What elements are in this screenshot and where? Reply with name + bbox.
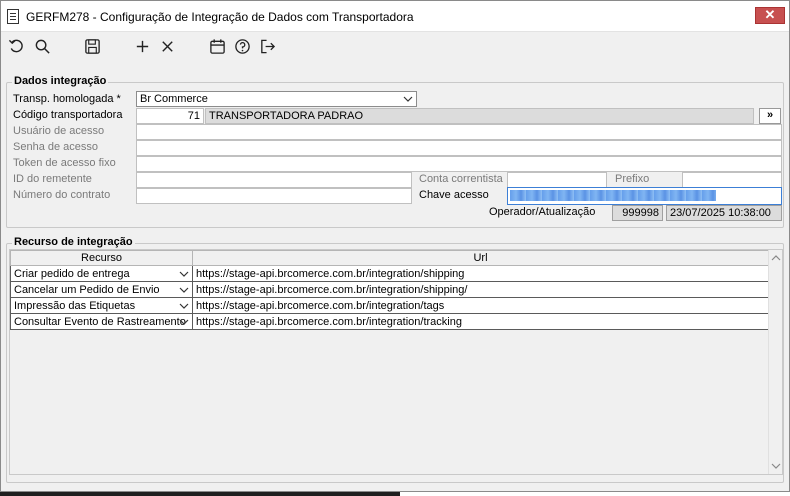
vertical-scrollbar[interactable] xyxy=(768,250,782,474)
column-header-url[interactable]: Url xyxy=(192,250,769,266)
dados-integracao-title: Dados integração xyxy=(12,75,109,87)
operador-field: 999998 xyxy=(612,205,663,221)
numero-contrato-input[interactable] xyxy=(136,188,412,204)
help-icon[interactable] xyxy=(232,37,252,55)
close-button[interactable]: ✕ xyxy=(755,7,785,24)
usuario-acesso-label: Usuário de acesso xyxy=(13,125,105,137)
recurso-cell: Cancelar um Pedido de Envio xyxy=(14,283,160,296)
url-cell[interactable]: https://stage-api.brcomerce.com.br/integ… xyxy=(192,265,769,282)
operador-atualizacao-label: Operador/Atualização xyxy=(489,206,596,218)
table-row[interactable]: Consultar Evento de Rastreamento https:/… xyxy=(10,313,769,330)
url-cell[interactable]: https://stage-api.brcomerce.com.br/integ… xyxy=(192,313,769,330)
recurso-integracao-title: Recurso de integração xyxy=(12,236,135,248)
transp-homologada-select[interactable]: Br Commerce xyxy=(136,91,417,107)
recurso-cell: Criar pedido de entrega xyxy=(14,267,130,280)
title-bar: GERFM278 - Configuração de Integração de… xyxy=(1,1,789,32)
toolbar xyxy=(1,33,789,59)
add-icon[interactable] xyxy=(132,37,152,55)
token-acesso-input[interactable] xyxy=(136,156,782,172)
scroll-down-icon[interactable] xyxy=(771,461,781,471)
chave-acesso-input[interactable] xyxy=(507,187,782,205)
senha-acesso-input[interactable] xyxy=(136,140,782,156)
scroll-up-icon[interactable] xyxy=(771,253,781,263)
chevron-down-icon xyxy=(179,271,189,277)
app-window: GERFM278 - Configuração de Integração de… xyxy=(0,0,790,492)
column-header-recurso[interactable]: Recurso xyxy=(10,250,193,266)
chevron-down-icon xyxy=(179,303,189,309)
redacted-key-value xyxy=(510,190,716,201)
chevron-down-icon xyxy=(179,287,189,293)
recurso-select[interactable]: Impressão das Etiquetas xyxy=(10,297,193,314)
recurso-cell: Impressão das Etiquetas xyxy=(14,299,136,312)
conta-correntista-input[interactable] xyxy=(507,172,607,188)
taskbar-strip xyxy=(0,492,400,496)
url-cell[interactable]: https://stage-api.brcomerce.com.br/integ… xyxy=(192,281,769,298)
chevron-down-icon xyxy=(179,319,189,325)
undo-icon[interactable] xyxy=(6,37,26,55)
recurso-grid: Recurso Url Criar pedido de entrega http… xyxy=(9,249,783,475)
id-remetente-input[interactable] xyxy=(136,172,412,188)
conta-correntista-label: Conta correntista xyxy=(419,173,503,185)
chevron-down-icon xyxy=(403,96,413,102)
window-title: GERFM278 - Configuração de Integração de… xyxy=(26,10,414,24)
delete-icon[interactable] xyxy=(157,37,177,55)
prefixo-input[interactable] xyxy=(682,172,782,188)
search-icon[interactable] xyxy=(32,37,52,55)
codigo-transportadora-input[interactable]: 71 xyxy=(136,108,204,124)
document-icon xyxy=(7,9,19,24)
numero-contrato-label: Número do contrato xyxy=(13,189,111,201)
table-row[interactable]: Impressão das Etiquetas https://stage-ap… xyxy=(10,297,769,314)
recurso-select[interactable]: Consultar Evento de Rastreamento xyxy=(10,313,193,330)
lookup-more-button[interactable]: » xyxy=(759,108,781,124)
codigo-transportadora-label: Código transportadora xyxy=(13,109,123,121)
id-remetente-label: ID do remetente xyxy=(13,173,92,185)
chave-acesso-label: Chave acesso xyxy=(419,189,489,201)
transportadora-name-field: TRANSPORTADORA PADRAO xyxy=(205,108,754,124)
prefixo-label: Prefixo xyxy=(615,173,650,185)
senha-acesso-label: Senha de acesso xyxy=(13,141,99,153)
table-row[interactable]: Cancelar um Pedido de Envio https://stag… xyxy=(10,281,769,298)
table-row[interactable]: Criar pedido de entrega https://stage-ap… xyxy=(10,265,769,282)
calendar-icon[interactable] xyxy=(207,37,227,55)
recurso-select[interactable]: Criar pedido de entrega xyxy=(10,265,193,282)
token-acesso-label: Token de acesso fixo xyxy=(13,157,116,169)
recurso-select[interactable]: Cancelar um Pedido de Envio xyxy=(10,281,193,298)
transp-homologada-label: Transp. homologada * xyxy=(13,93,121,105)
usuario-acesso-input[interactable] xyxy=(136,124,782,140)
recurso-table: Recurso Url Criar pedido de entrega http… xyxy=(10,250,769,330)
recurso-cell: Consultar Evento de Rastreamento xyxy=(14,315,186,328)
save-icon[interactable] xyxy=(82,37,102,55)
transp-homologada-value: Br Commerce xyxy=(140,93,208,105)
exit-icon[interactable] xyxy=(257,37,277,55)
url-cell[interactable]: https://stage-api.brcomerce.com.br/integ… xyxy=(192,297,769,314)
atualizacao-field: 23/07/2025 10:38:00 xyxy=(666,205,782,221)
